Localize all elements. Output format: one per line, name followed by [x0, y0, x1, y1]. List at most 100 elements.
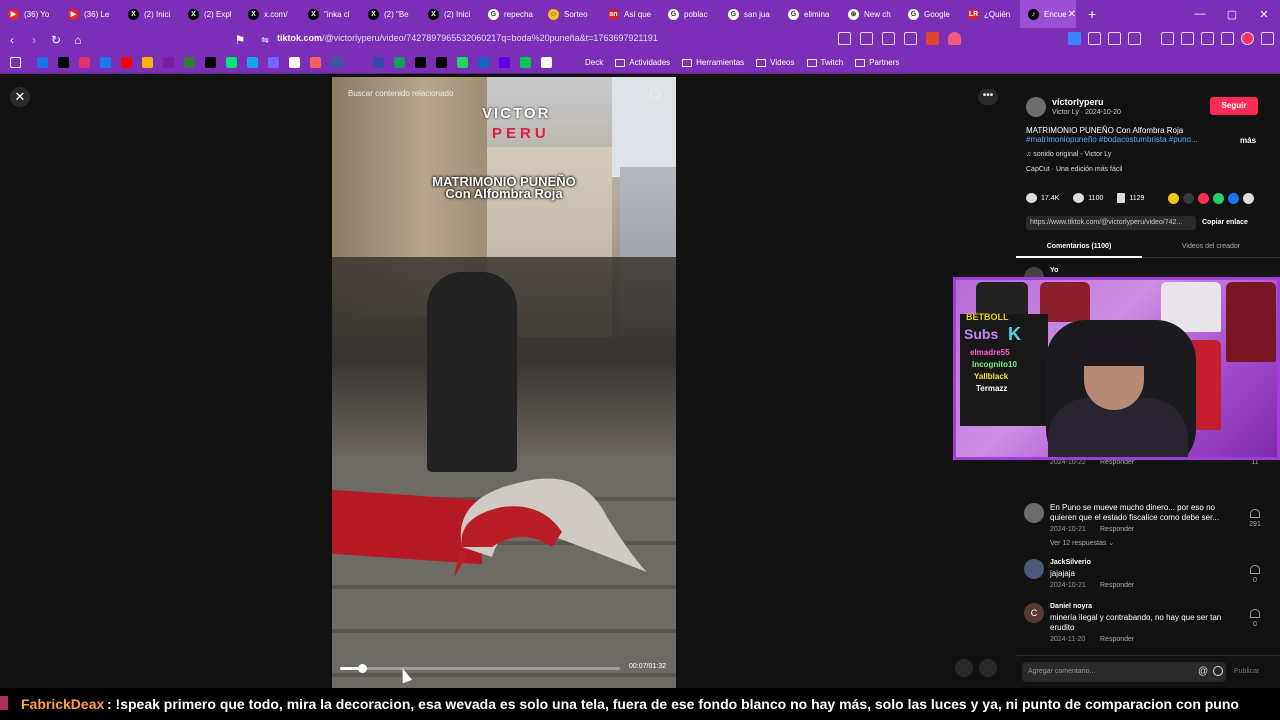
bookmark-favicon-icon[interactable] — [289, 57, 300, 68]
mention-icon[interactable]: @ — [1198, 666, 1208, 677]
browser-tab[interactable]: X (2) Inici — [120, 0, 180, 28]
rewards-icon[interactable] — [948, 32, 961, 45]
extension-icon-2[interactable] — [1108, 32, 1121, 45]
bookmark-favicon-icon[interactable] — [478, 57, 489, 68]
bookmark-favicon-icon[interactable] — [310, 57, 321, 68]
pip-icon[interactable] — [860, 32, 873, 45]
bookmark-item[interactable]: Deck — [585, 58, 603, 67]
browser-tab[interactable]: Xx.com/ — [240, 0, 300, 28]
bookmark-favicon-icon[interactable] — [37, 57, 48, 68]
bookmark-favicon-icon[interactable] — [268, 57, 279, 68]
bookmark-item[interactable]: Partners — [855, 58, 899, 67]
profile-icon[interactable] — [1241, 32, 1254, 45]
close-window-icon[interactable]: ✕ — [1248, 8, 1280, 21]
avatar[interactable] — [1024, 503, 1044, 523]
video-link-field[interactable]: https://www.tiktok.com/@victorlyperu/vid… — [1026, 216, 1196, 230]
share-option-icon[interactable] — [1213, 193, 1224, 204]
share-option-icon[interactable] — [1198, 193, 1209, 204]
bookmark-icon[interactable]: ⚑ — [230, 33, 250, 47]
minimize-icon[interactable]: — — [1184, 8, 1216, 20]
tab-comments[interactable]: Comentarios (1100) — [1016, 238, 1142, 258]
reply-link[interactable]: Responder — [1100, 636, 1134, 643]
browser-tab[interactable]: LR ¿Quién — [960, 0, 1020, 28]
bookmark-favicon-icon[interactable] — [562, 57, 573, 68]
heart-icon[interactable] — [1250, 565, 1260, 574]
reply-link[interactable]: Responder — [1100, 526, 1134, 533]
sound-link[interactable]: ♫ sonido original - Victor Ly — [1026, 151, 1111, 158]
hashtags[interactable]: #matrimoniopuneño #bodacostumbrista #pun… — [1026, 135, 1198, 144]
follow-button[interactable]: Seguir — [1210, 97, 1258, 115]
heart-icon[interactable] — [1250, 609, 1260, 618]
comment-button[interactable]: 1100 — [1073, 193, 1103, 203]
bookmark-favicon-icon[interactable] — [79, 57, 90, 68]
share-option-icon[interactable] — [1243, 193, 1254, 204]
menu-icon[interactable] — [1261, 32, 1274, 45]
view-replies-link[interactable]: Ver 12 respuestas ⌄ — [1050, 539, 1114, 547]
share-option-icon[interactable] — [1228, 193, 1239, 204]
capcut-link[interactable]: CapCut · Una edición más fácil — [1026, 166, 1123, 173]
comment-user[interactable]: Yo — [1050, 267, 1058, 274]
share-option-icon[interactable] — [1168, 193, 1179, 204]
audio-icon[interactable] — [1068, 32, 1081, 45]
bookmark-favicon-icon[interactable] — [520, 57, 531, 68]
browser-tab[interactable]: X "inka cl — [300, 0, 360, 28]
reload-icon[interactable]: ↻ — [46, 33, 66, 47]
music-icon[interactable] — [1161, 32, 1174, 45]
bookmark-favicon-icon[interactable] — [352, 57, 363, 68]
bookmark-favicon-icon[interactable] — [184, 57, 195, 68]
bookmark-item[interactable]: Twitch — [806, 58, 843, 67]
bookmark-favicon-icon[interactable] — [499, 57, 510, 68]
bookmark-favicon-icon[interactable] — [100, 57, 111, 68]
browser-tab[interactable]: an Así que — [600, 0, 660, 28]
browser-tab[interactable]: X (2) "Be — [360, 0, 420, 28]
apps-grid-icon[interactable] — [10, 57, 21, 68]
reply-link[interactable]: Responder — [1100, 582, 1134, 589]
close-icon[interactable]: ✕ — [10, 87, 30, 107]
avatar[interactable] — [1024, 559, 1044, 579]
bookmark-item[interactable]: Herramientas — [682, 58, 744, 67]
browser-tab[interactable]: Gsan jua — [720, 0, 780, 28]
mute-icon[interactable] — [838, 32, 851, 45]
heart-icon[interactable] — [1250, 509, 1260, 518]
comment-input[interactable]: Agregar comentario... — [1022, 662, 1226, 682]
video-progress-bar[interactable] — [340, 664, 620, 673]
video-player[interactable]: Buscar contenido relacionado VICTOR PERU… — [332, 77, 676, 688]
browser-tab[interactable]: ▶ (36) Yo — [0, 0, 60, 28]
zoom-icon[interactable] — [882, 32, 895, 45]
wallet-icon[interactable] — [1181, 32, 1194, 45]
bookmark-favicon-icon[interactable] — [247, 57, 258, 68]
avatar[interactable]: C — [1024, 603, 1044, 623]
share-icon[interactable] — [904, 32, 917, 45]
new-tab-icon[interactable]: + — [1088, 6, 1096, 22]
bookmark-favicon-icon[interactable] — [415, 57, 426, 68]
bookmark-favicon-icon[interactable] — [541, 57, 552, 68]
browser-tab[interactable]: ☺ Sorteo — [540, 0, 600, 28]
browser-tab[interactable]: X (2) Expl — [180, 0, 240, 28]
browser-tab[interactable]: Grepecha — [480, 0, 540, 28]
avatar[interactable] — [1026, 97, 1046, 117]
bookmark-favicon-icon[interactable] — [331, 57, 342, 68]
publish-button[interactable]: Publicar — [1234, 668, 1259, 675]
bookmark-favicon-icon[interactable] — [58, 57, 69, 68]
browser-tab[interactable]: Gelimina — [780, 0, 840, 28]
username[interactable]: victorlyperu — [1052, 97, 1104, 107]
save-button[interactable]: 1129 — [1117, 193, 1144, 203]
leo-icon[interactable] — [1201, 32, 1214, 45]
extension-icon-1[interactable] — [1088, 32, 1101, 45]
bookmark-favicon-icon[interactable] — [373, 57, 384, 68]
more-options-icon[interactable]: ••• — [978, 89, 998, 105]
bookmark-favicon-icon[interactable] — [457, 57, 468, 68]
url-field[interactable]: tiktok.com/@victorlyperu/video/742789796… — [277, 33, 658, 43]
bookmark-favicon-icon[interactable] — [436, 57, 447, 68]
share-option-icon[interactable] — [1183, 193, 1194, 204]
more-link[interactable]: más — [1240, 136, 1256, 145]
emoji-icon[interactable] — [1213, 666, 1223, 676]
browser-tab[interactable]: X (2) Inici — [420, 0, 480, 28]
volume-icon[interactable] — [979, 659, 997, 677]
browser-tab[interactable]: Gpoblac — [660, 0, 720, 28]
forward-icon[interactable]: › — [24, 33, 44, 47]
search-icon[interactable] — [650, 89, 660, 99]
related-search-input[interactable]: Buscar contenido relacionado — [340, 85, 668, 103]
bookmark-favicon-icon[interactable] — [142, 57, 153, 68]
bookmark-favicon-icon[interactable] — [163, 57, 174, 68]
